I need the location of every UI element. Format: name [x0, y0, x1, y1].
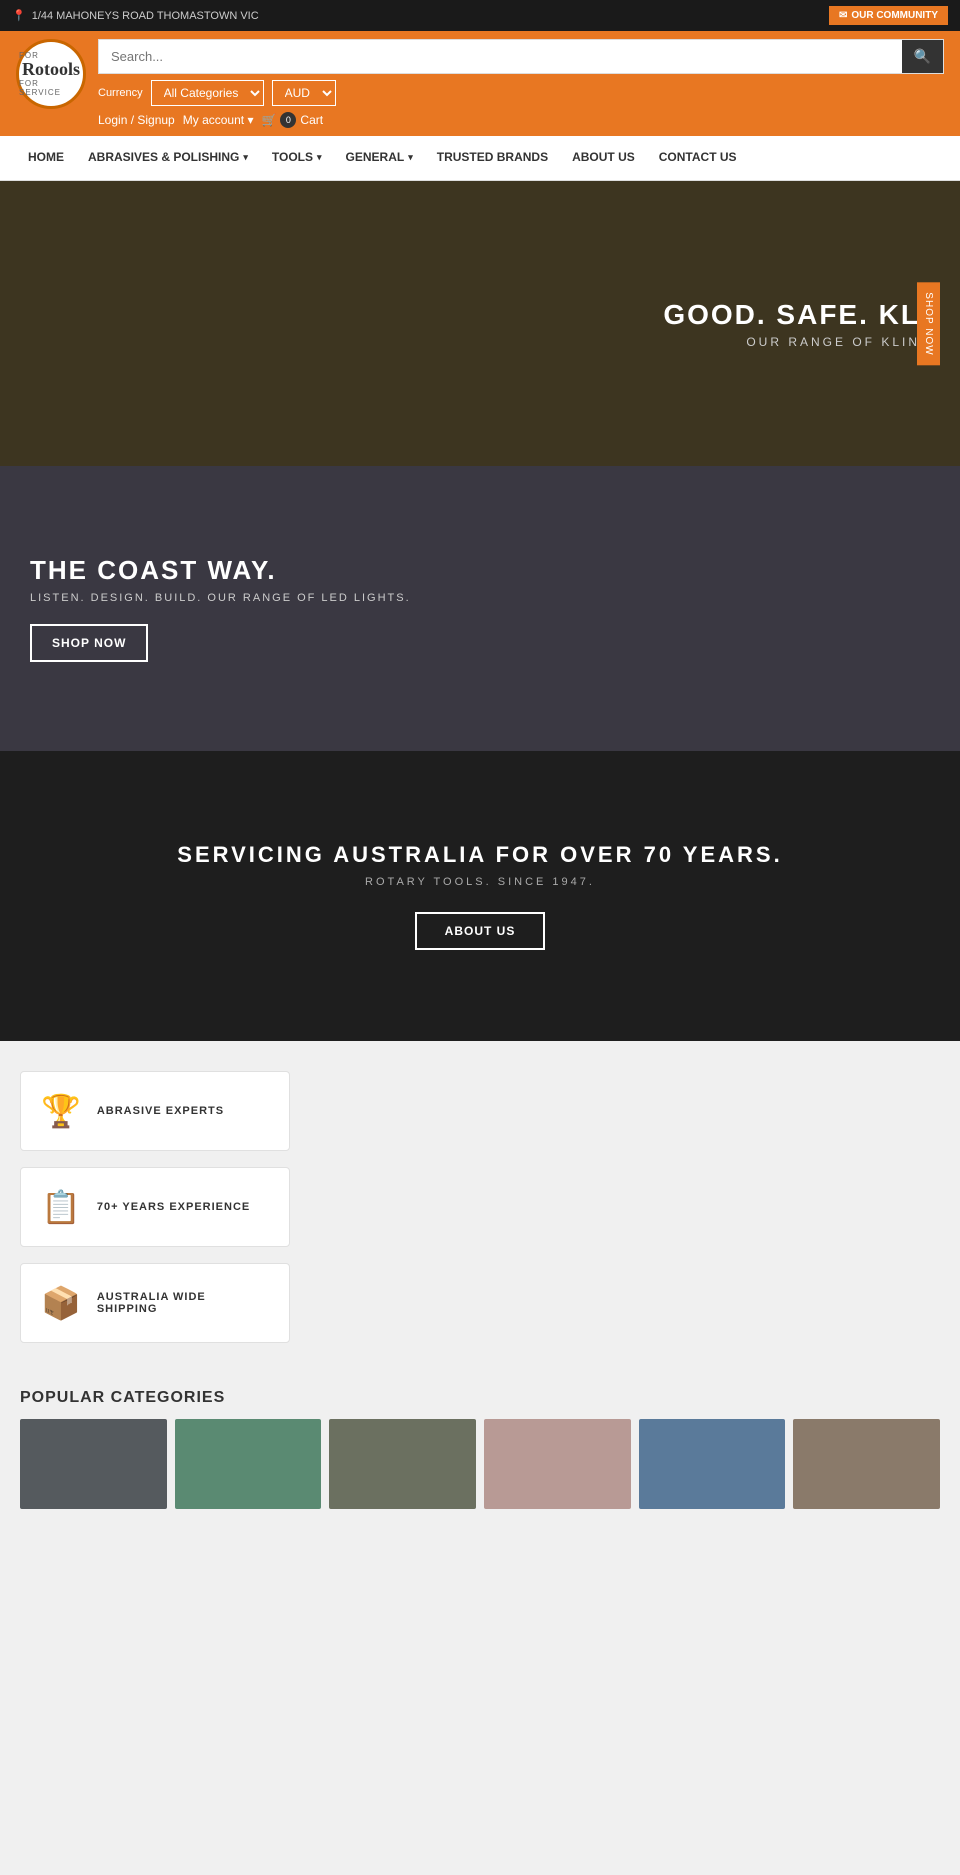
nav-home[interactable]: HOME — [16, 136, 76, 180]
nav-general[interactable]: GENERAL ▾ — [334, 136, 425, 180]
nav-contact-us[interactable]: CONTACT US — [647, 136, 749, 180]
cart-count: 0 — [280, 112, 296, 128]
hero-banner-1: GOOD. SAFE. KL OUR RANGE OF KLIN SHOP NO… — [0, 181, 960, 466]
header-right: 🔍 Currency All Categories AUD Login / Si… — [98, 39, 944, 128]
feature-abrasive-label: ABRASIVE EXPERTS — [97, 1105, 224, 1117]
nav-abrasives-chevron: ▾ — [243, 152, 248, 163]
categories-grid — [20, 1419, 940, 1509]
nav-about-us[interactable]: ABOUT US — [560, 136, 647, 180]
hero-2-subtitle: LISTEN. DESIGN. BUILD. OUR RANGE OF LED … — [30, 592, 411, 604]
nav-abrasives[interactable]: ABRASIVES & POLISHING ▾ — [76, 136, 260, 180]
cart-button[interactable]: 🛒 0 Cart — [261, 112, 323, 128]
header-controls-row: Currency All Categories AUD — [98, 80, 944, 106]
header-top-row: FOR Rotools FOR SERVICE 🔍 Currency All C… — [16, 39, 944, 128]
feature-card-shipping: 📦 AUSTRALIA WIDE SHIPPING — [20, 1263, 290, 1343]
category-card-1[interactable] — [20, 1419, 167, 1509]
search-bar: 🔍 — [98, 39, 944, 74]
location-icon: 📍 — [12, 9, 26, 22]
hero-1-subtitle: OUR RANGE OF KLIN — [663, 335, 920, 349]
feature-card-abrasive: 🏆 ABRASIVE EXPERTS — [20, 1071, 290, 1151]
trophy-icon: 🏆 — [41, 1092, 81, 1130]
hero-3-subtitle: ROTARY TOOLS. SINCE 1947. — [365, 876, 595, 888]
login-link[interactable]: Login / Signup — [98, 113, 175, 127]
cart-label: Cart — [300, 113, 323, 127]
auth-cart-row: Login / Signup My account ▾ 🛒 0 Cart — [98, 112, 944, 128]
header: FOR Rotools FOR SERVICE 🔍 Currency All C… — [0, 31, 960, 136]
popular-categories-title: POPULAR CATEGORIES — [20, 1373, 940, 1419]
category-card-4[interactable] — [484, 1419, 631, 1509]
logo[interactable]: FOR Rotools FOR SERVICE — [16, 39, 86, 109]
features-section: 🏆 ABRASIVE EXPERTS 📋 70+ YEARS EXPERIENC… — [0, 1041, 960, 1373]
cart-icon: 🛒 — [261, 113, 276, 127]
box-icon: 📦 — [41, 1284, 81, 1322]
feature-shipping-label: AUSTRALIA WIDE SHIPPING — [97, 1291, 269, 1315]
nav-tools-chevron: ▾ — [317, 152, 322, 163]
feature-experience-label: 70+ YEARS EXPERIENCE — [97, 1201, 250, 1213]
community-button[interactable]: ✉ OUR COMMUNITY — [829, 6, 948, 25]
search-button[interactable]: 🔍 — [902, 40, 943, 73]
popular-categories-section: POPULAR CATEGORIES — [0, 1373, 960, 1529]
main-nav: HOME ABRASIVES & POLISHING ▾ TOOLS ▾ GEN… — [0, 136, 960, 181]
hero-2-shop-button[interactable]: SHOP NOW — [30, 624, 148, 662]
hero-banner-2: THE COAST WAY. LISTEN. DESIGN. BUILD. OU… — [0, 466, 960, 751]
search-input[interactable] — [99, 40, 902, 73]
currency-label: Currency — [98, 87, 143, 99]
hero-2-content: THE COAST WAY. LISTEN. DESIGN. BUILD. OU… — [30, 555, 411, 662]
currency-selector[interactable]: AUD — [272, 80, 336, 106]
currency-wrapper: Currency — [98, 87, 143, 99]
nav-general-chevron: ▾ — [408, 152, 413, 163]
email-icon: ✉ — [839, 10, 847, 21]
feature-card-experience: 📋 70+ YEARS EXPERIENCE — [20, 1167, 290, 1247]
category-card-3[interactable] — [329, 1419, 476, 1509]
nav-trusted-brands[interactable]: TRUSTED BRANDS — [425, 136, 560, 180]
account-chevron: ▾ — [247, 113, 253, 127]
category-card-2[interactable] — [175, 1419, 322, 1509]
account-link[interactable]: My account ▾ — [183, 113, 254, 127]
hero-3-title: SERVICING AUSTRALIA FOR OVER 70 YEARS. — [177, 842, 782, 868]
hero-banner-3: SERVICING AUSTRALIA FOR OVER 70 YEARS. R… — [0, 751, 960, 1041]
hero-3-about-button[interactable]: ABOUT US — [415, 912, 546, 950]
address-text: 1/44 MAHONEYS ROAD THOMASTOWN VIC — [32, 10, 259, 22]
logo-name: Rotools — [19, 60, 83, 80]
hero-1-title: GOOD. SAFE. KL — [663, 299, 920, 331]
category-selector[interactable]: All Categories — [151, 80, 264, 106]
hero-2-title: THE COAST WAY. — [30, 555, 411, 586]
top-bar-left: 📍 1/44 MAHONEYS ROAD THOMASTOWN VIC — [12, 9, 259, 22]
hero-1-shop-button[interactable]: SHOP NOW — [917, 282, 940, 365]
category-card-6[interactable] — [793, 1419, 940, 1509]
nav-tools[interactable]: TOOLS ▾ — [260, 136, 334, 180]
document-icon: 📋 — [41, 1188, 81, 1226]
top-bar: 📍 1/44 MAHONEYS ROAD THOMASTOWN VIC ✉ OU… — [0, 0, 960, 31]
category-card-5[interactable] — [639, 1419, 786, 1509]
logo-sub-bottom: FOR SERVICE — [19, 79, 83, 97]
hero-1-content: GOOD. SAFE. KL OUR RANGE OF KLIN — [663, 299, 920, 349]
